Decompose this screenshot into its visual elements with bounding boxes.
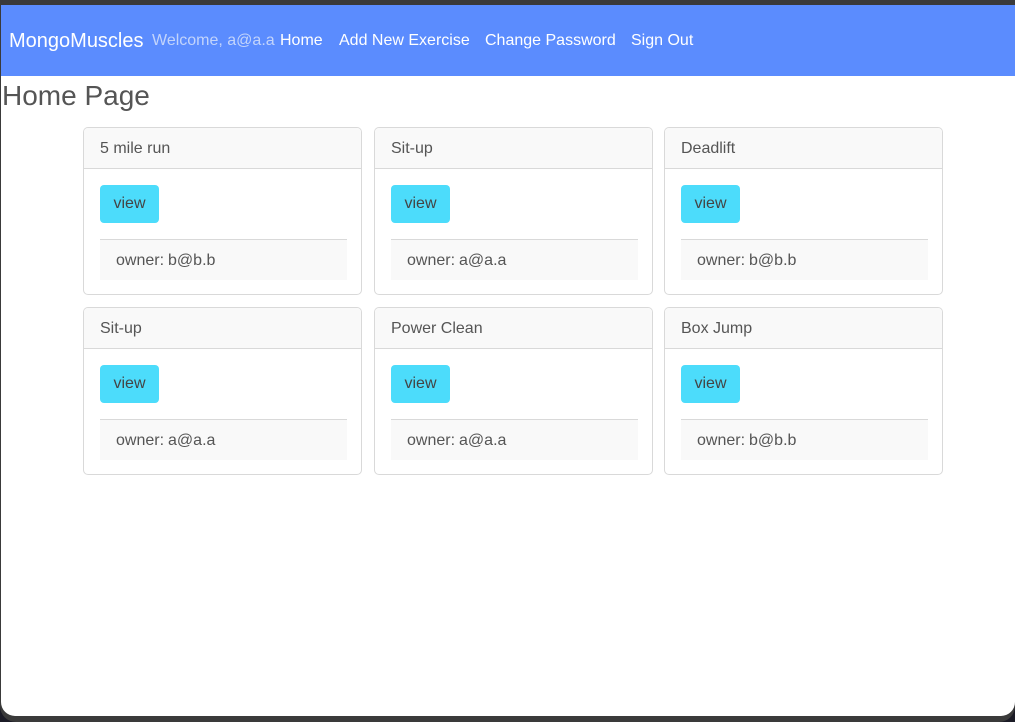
owner-email: a@a.a <box>459 252 507 269</box>
exercise-name: Deadlift <box>665 128 942 169</box>
exercise-name: Sit-up <box>375 128 652 169</box>
nav-link-change-password[interactable]: Change Password <box>485 32 616 50</box>
nav-link-sign-out[interactable]: Sign Out <box>631 32 693 50</box>
welcome-text: Welcome, a@a.a <box>152 32 275 49</box>
exercise-card: Deadlift view owner: b@b.b <box>664 127 943 295</box>
exercise-card: Power Clean view owner: a@a.a <box>374 307 653 475</box>
owner-info: owner: b@b.b <box>681 239 928 280</box>
view-button[interactable]: view <box>391 185 450 223</box>
owner-email: b@b.b <box>749 252 797 269</box>
owner-email: b@b.b <box>168 252 216 269</box>
owner-info: owner: b@b.b <box>681 419 928 460</box>
owner-label: owner: <box>116 252 165 269</box>
owner-info: owner: a@a.a <box>391 239 638 280</box>
owner-info: owner: a@a.a <box>391 419 638 460</box>
owner-email: a@a.a <box>168 432 216 449</box>
exercise-name: 5 mile run <box>84 128 361 169</box>
browser-window: MongoMuscles Welcome, a@a.a Home Add New… <box>0 0 1015 722</box>
nav-link-add-new-exercise[interactable]: Add New Exercise <box>339 32 470 50</box>
owner-label: owner: <box>697 432 746 449</box>
owner-info: owner: b@b.b <box>100 239 347 280</box>
exercise-card: 5 mile run view owner: b@b.b <box>83 127 362 295</box>
view-button[interactable]: view <box>100 365 159 403</box>
owner-label: owner: <box>697 252 746 269</box>
view-button[interactable]: view <box>391 365 450 403</box>
owner-email: a@a.a <box>459 432 507 449</box>
navbar: MongoMuscles Welcome, a@a.a Home Add New… <box>1 5 1015 76</box>
exercise-card: Box Jump view owner: b@b.b <box>664 307 943 475</box>
brand-link[interactable]: MongoMuscles <box>9 30 144 52</box>
view-button[interactable]: view <box>681 365 740 403</box>
owner-label: owner: <box>407 432 456 449</box>
owner-info: owner: a@a.a <box>100 419 347 460</box>
view-button[interactable]: view <box>681 185 740 223</box>
exercise-name: Sit-up <box>84 308 361 349</box>
exercise-card: Sit-up view owner: a@a.a <box>83 307 362 475</box>
exercise-name: Power Clean <box>375 308 652 349</box>
page-title: Home Page <box>2 80 150 111</box>
owner-label: owner: <box>407 252 456 269</box>
page-viewport: MongoMuscles Welcome, a@a.a Home Add New… <box>1 5 1015 716</box>
owner-email: b@b.b <box>749 432 797 449</box>
owner-label: owner: <box>116 432 165 449</box>
nav-link-home[interactable]: Home <box>280 32 323 50</box>
exercise-name: Box Jump <box>665 308 942 349</box>
exercise-card: Sit-up view owner: a@a.a <box>374 127 653 295</box>
view-button[interactable]: view <box>100 185 159 223</box>
